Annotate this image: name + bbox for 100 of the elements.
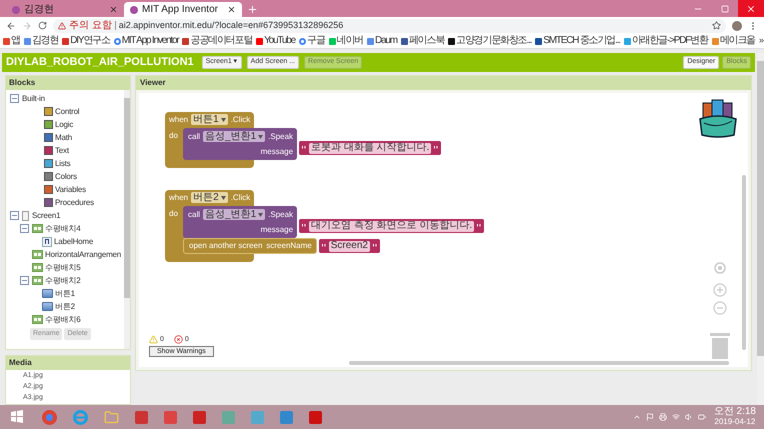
bookmark-link[interactable]: 아래한글->PDF변환 [632, 36, 708, 46]
folder-icon[interactable] [104, 410, 119, 424]
bookmark-link[interactable]: Daum [375, 36, 397, 46]
scrollbar[interactable] [742, 175, 746, 350]
bookmark-link[interactable]: 구글 [307, 36, 325, 46]
dropdown-caret-icon[interactable] [258, 212, 264, 216]
panel-header: Viewer [136, 76, 751, 90]
dropdown-caret-icon[interactable] [220, 196, 226, 200]
recenter-icon[interactable] [713, 261, 727, 275]
chevron-icon[interactable] [632, 413, 641, 421]
bookmark-link[interactable]: 고양경기문화창조... [456, 36, 532, 46]
call-block[interactable]: call 음성_변환1 .Speak message [183, 128, 298, 160]
bookmark-link[interactable]: 페이스북 [408, 36, 444, 46]
tree-item[interactable]: HorizontalArrangemen [45, 250, 122, 260]
text-block[interactable]: 대기오염 측정 화면으로 이동합니다. [299, 219, 484, 233]
bookmark-link[interactable]: 공공데이터포털 [190, 36, 252, 46]
collapse-icon[interactable] [20, 224, 29, 233]
quote-mark-icon [373, 244, 377, 248]
scrollbar[interactable] [349, 361, 729, 365]
arrangement-icon [32, 224, 43, 233]
bookmark-link[interactable]: YouTube [264, 36, 295, 46]
tree-item[interactable]: Lists [55, 158, 70, 168]
close-icon [746, 4, 756, 14]
app-icon[interactable] [164, 410, 177, 424]
bookmark-link[interactable]: 김경현 [32, 36, 58, 46]
scrollbar[interactable] [757, 53, 764, 405]
tree-item[interactable]: Math [55, 132, 72, 142]
trash-icon[interactable] [710, 331, 730, 359]
bookmark-link[interactable]: DIY연구소 [70, 36, 110, 46]
address-bar[interactable]: 주의 요함 ai2.appinventor.mit.edu/?locale=en#6739953132896256 [53, 18, 726, 32]
scrollbar[interactable] [124, 90, 130, 349]
profile-avatar[interactable] [732, 20, 742, 30]
favicon-icon [12, 6, 20, 14]
close-icon[interactable] [227, 5, 236, 14]
tree-item[interactable]: Control [55, 106, 80, 116]
arrangement-icon [32, 250, 43, 259]
tree-item[interactable]: Screen1 [32, 210, 60, 220]
app-icon[interactable] [280, 410, 293, 424]
app-icon[interactable] [309, 410, 322, 424]
tree-item[interactable]: 수평배치6 [45, 314, 80, 324]
flag-icon[interactable] [646, 413, 654, 421]
component-dropdown[interactable]: 음성_변환1 [203, 131, 266, 142]
forward-icon[interactable] [22, 20, 32, 30]
clock-time: 오전 2:18 [714, 407, 756, 417]
component-dropdown[interactable]: 버튼1 [191, 114, 228, 125]
volume-icon[interactable] [684, 413, 693, 421]
collapse-icon[interactable] [10, 94, 19, 103]
text-block[interactable]: 로봇과 대화를 시작합니다. [299, 141, 442, 155]
arrangement-icon [32, 315, 43, 324]
bookmark-link[interactable]: MIT App Inventor [122, 36, 178, 46]
button-icon [42, 289, 53, 298]
browser-tab[interactable]: 김경현 [6, 2, 124, 17]
dropdown-caret-icon[interactable] [258, 134, 264, 138]
tree-item[interactable]: Variables [55, 184, 86, 194]
signal-icon[interactable] [672, 413, 680, 421]
battery-icon[interactable] [698, 413, 706, 421]
tree-item[interactable]: LabelHome [54, 236, 94, 246]
app-icon[interactable] [193, 410, 206, 424]
favicon-icon [130, 6, 138, 14]
label-icon [42, 236, 52, 246]
text-block[interactable]: Screen2 [318, 239, 380, 253]
tree-item[interactable]: Text [55, 146, 69, 156]
component-dropdown[interactable]: 음성_변환1 [203, 209, 266, 220]
backpack-icon[interactable] [698, 97, 738, 139]
maximize-icon[interactable] [721, 4, 729, 12]
button-icon [42, 302, 53, 311]
more-bookmarks-button[interactable]: » [758, 34, 764, 48]
panel-header: Media [6, 356, 130, 370]
bookmark-link[interactable]: 네이버 [336, 36, 364, 46]
tree-item[interactable]: 수평배치5 [45, 262, 80, 272]
tree-item[interactable]: Procedures [55, 198, 94, 208]
tree-item[interactable]: 버튼1 [55, 288, 75, 298]
tree-item[interactable]: 버튼2 [55, 302, 75, 312]
project-title: DIYLAB_ROBOT_AIR_POLLUTION1 [6, 55, 194, 70]
bookmark-link[interactable]: 메이크올 [720, 36, 755, 46]
collapse-icon[interactable] [10, 211, 19, 220]
clock-date: 2019-04-12 [714, 417, 756, 427]
warning-icon [149, 335, 158, 344]
bookmark-link[interactable]: SMTECH 중소기업... [543, 36, 620, 46]
component-dropdown[interactable]: 버튼2 [191, 192, 228, 203]
bookmark-link[interactable]: 앱 [11, 36, 20, 46]
tree-item[interactable]: 수평배치4 [45, 224, 80, 234]
panel-header: Blocks [6, 76, 130, 90]
dropdown-caret-icon[interactable] [220, 118, 226, 122]
new-tab-icon[interactable] [247, 4, 258, 15]
arrangement-icon [32, 263, 43, 272]
collapse-icon[interactable] [20, 276, 29, 285]
tree-item[interactable]: 수평배치2 [45, 276, 80, 286]
printer-icon[interactable] [658, 413, 667, 421]
chrome-icon[interactable] [42, 410, 57, 424]
tree-item[interactable]: Logic [55, 120, 74, 130]
error-icon [174, 335, 183, 344]
zoom-in-icon[interactable] [713, 283, 727, 297]
back-icon[interactable] [6, 20, 16, 30]
app-icon[interactable] [135, 410, 148, 424]
tree-item[interactable]: Built-in [22, 94, 45, 104]
browser-tab[interactable]: MIT App Inventor [124, 2, 242, 17]
zoom-out-icon[interactable] [713, 301, 727, 315]
reload-icon[interactable] [38, 21, 47, 30]
tree-item[interactable]: Colors [55, 172, 77, 182]
